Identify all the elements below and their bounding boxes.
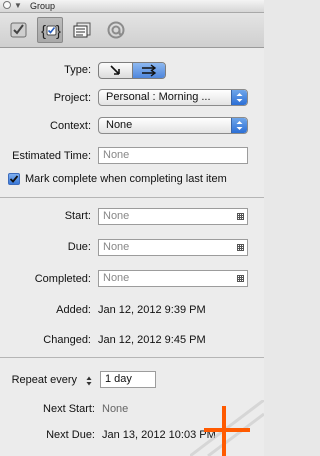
corner-overlay-graphic xyxy=(190,400,264,456)
updown-chevron-icon xyxy=(236,121,243,130)
checkbox-icon xyxy=(10,22,27,38)
inspector-toolbar: { } xyxy=(0,13,264,48)
arrow-diagonal-icon xyxy=(110,65,120,75)
next-start-value: None xyxy=(102,403,129,415)
repeat-stepper-icon[interactable] xyxy=(86,375,92,387)
start-date-field[interactable]: None xyxy=(98,208,248,225)
start-label: Start: xyxy=(64,210,91,222)
next-start-label: Next Start: xyxy=(43,403,95,415)
complete-last-label: Mark complete when completing last item xyxy=(25,173,227,185)
window-title: Group xyxy=(30,1,56,11)
arrows-right-icon xyxy=(142,64,157,77)
popup-arrow xyxy=(231,118,247,133)
status-checkbox-tool-button[interactable] xyxy=(6,17,32,43)
context-popup-value: None xyxy=(106,119,133,131)
type-sequential-segment[interactable] xyxy=(133,63,165,78)
svg-text:}: } xyxy=(56,23,61,40)
changed-label: Changed: xyxy=(43,334,91,346)
completed-label: Completed: xyxy=(34,273,91,285)
repeat-label: Repeat every xyxy=(11,374,77,386)
title-bar: ▼ Group xyxy=(0,0,264,13)
section-divider xyxy=(0,197,264,198)
checkmark-icon xyxy=(9,175,19,183)
completed-date-value: None xyxy=(103,272,130,284)
start-date-value: None xyxy=(103,210,130,222)
note-icon xyxy=(73,22,91,38)
due-date-field[interactable]: None xyxy=(98,239,248,256)
due-label: Due: xyxy=(67,241,91,253)
estimated-time-label: Estimated Time: xyxy=(12,150,91,162)
popup-arrow xyxy=(231,90,247,105)
project-popup[interactable]: Personal : Morning ... xyxy=(98,89,248,106)
complete-last-checkbox[interactable] xyxy=(8,173,20,185)
project-popup-value: Personal : Morning ... xyxy=(106,91,211,103)
completed-date-field[interactable]: None xyxy=(98,270,248,287)
plus-overlay-icon xyxy=(190,400,264,456)
added-label: Added: xyxy=(56,304,91,316)
calendar-icon[interactable] xyxy=(237,275,244,282)
calendar-icon[interactable] xyxy=(237,244,244,251)
added-value: Jan 12, 2012 9:39 PM xyxy=(98,304,206,316)
window-button[interactable] xyxy=(3,1,11,9)
next-due-label: Next Due: xyxy=(46,429,95,441)
repeat-interval-field[interactable]: 1 day xyxy=(100,371,156,388)
attachment-tool-button[interactable] xyxy=(103,17,129,43)
type-segmented-control[interactable] xyxy=(98,62,166,79)
attachment-icon xyxy=(107,21,125,39)
due-date-value: None xyxy=(103,241,130,253)
svg-text:{: { xyxy=(41,23,46,40)
note-tool-button[interactable] xyxy=(70,17,96,43)
type-parallel-segment[interactable] xyxy=(99,63,132,78)
context-popup[interactable]: None xyxy=(98,117,248,134)
calendar-icon[interactable] xyxy=(237,213,244,220)
context-label: Context: xyxy=(50,120,91,132)
inspector-tool-button[interactable]: { } xyxy=(37,17,63,43)
type-label: Type: xyxy=(64,64,91,76)
estimated-time-field[interactable]: None xyxy=(98,147,248,164)
changed-value: Jan 12, 2012 9:45 PM xyxy=(98,334,206,346)
project-label: Project: xyxy=(53,92,91,104)
section-divider xyxy=(0,357,264,358)
disclosure-triangle-icon[interactable]: ▼ xyxy=(14,2,22,10)
updown-chevron-icon xyxy=(236,93,243,102)
braces-check-icon: { } xyxy=(41,23,61,40)
